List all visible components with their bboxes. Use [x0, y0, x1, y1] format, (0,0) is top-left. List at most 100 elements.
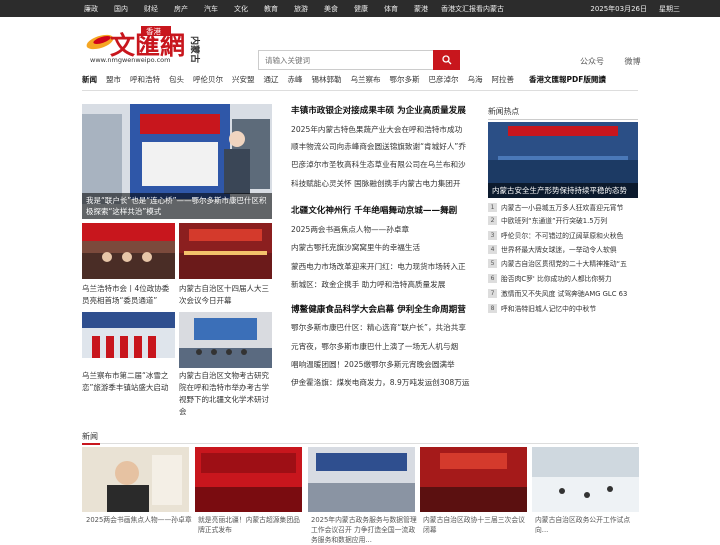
rank-badge: 5 [488, 258, 497, 268]
hot-image-caption: 内蒙古安全生产形势保持持续平稳的态势 [488, 183, 638, 198]
nav-item[interactable]: 乌兰察布 [351, 74, 381, 85]
news-item[interactable]: 唱响温暖团圆！2025缴鄂尔多斯元宵晚会圆满举 [291, 359, 481, 370]
news-item[interactable]: 伊金霍洛旗：煤炭电商发力，8.9万吨发运创308万运 [291, 377, 481, 388]
bottom-thumb[interactable] [308, 447, 415, 512]
hot-title: 新闻热点 [488, 107, 520, 116]
hot-item[interactable]: 1 内蒙古一小县城五万多人狂欢喜迎元宵节 [488, 202, 638, 212]
thumb-caption[interactable]: 乌兰浩特市会丨4位政协委员亮相首场“委员通道” [82, 283, 175, 307]
bottom-thumb[interactable] [532, 447, 639, 512]
thumb-image[interactable] [179, 223, 272, 279]
top-link[interactable]: 房产 [174, 4, 188, 14]
main-nav: 新闻 盟市 呼和浩特 包头 呼伦贝尔 兴安盟 通辽 赤峰 锡林郭勒 乌兰察布 鄂… [82, 74, 682, 85]
news-item[interactable]: 蒙西电力市场改革迎来开门红：电力现货市场转入正 [291, 261, 481, 272]
news-item[interactable]: 鄂尔多斯市康巴什区：精心选育“联户长”，共治共享 [291, 322, 481, 333]
hot-item-text: 呼和浩特旧城人记忆中的中秋节 [501, 305, 597, 313]
news-item[interactable]: 2025两会书画焦点人物——孙卓章 [291, 224, 481, 235]
hot-item-text: 世界杯最大牌女球迷，一举动令人软俱 [501, 246, 617, 254]
bottom-thumb[interactable] [420, 447, 527, 512]
hot-image[interactable]: 内蒙古安全生产形势保持持续平稳的态势 [488, 122, 638, 198]
bottom-caption[interactable]: 2025两会书画焦点人物——孙卓章 [86, 515, 193, 525]
top-link[interactable]: 蒙港 [414, 4, 428, 14]
bottom-caption[interactable]: 内蒙古自治区政协十三届三次会议闭幕 [423, 515, 530, 535]
logo-region: 内蒙古 [189, 36, 201, 63]
hot-item-text: 内蒙古一小县城五万多人狂欢喜迎元宵节 [501, 204, 624, 212]
nav-divider [82, 90, 638, 91]
top-link[interactable]: 美食 [324, 4, 338, 14]
top-link[interactable]: 体育 [384, 4, 398, 14]
thumb-image[interactable] [82, 223, 175, 279]
hot-item[interactable]: 5 内蒙古自治区贯彻党的二十大精神推动“五 [488, 258, 638, 268]
nav-item[interactable]: 锡林郭勒 [312, 74, 342, 85]
thumb-caption[interactable]: 内蒙古自治区文物考古研究院在呼和浩特市举办考古学视野下的北疆文化学术研讨会 [179, 370, 272, 418]
top-links: 廉政 国内 财经 房产 汽车 文化 教育 旅游 美食 健康 体育 蒙港 香港文汇… [84, 4, 520, 14]
nav-item[interactable]: 呼和浩特 [130, 74, 160, 85]
logo-hk: 香港 [146, 26, 161, 36]
news-headline[interactable]: 北疆文化神州行 千年绝唱舞动京城——舞剧 [291, 204, 457, 216]
hot-item[interactable]: 4 世界杯最大牌女球迷，一举动令人软俱 [488, 244, 638, 254]
hot-item[interactable]: 6 胎否肉C罗' 比你成功的人都比你努力 [488, 273, 638, 283]
feature-image[interactable]: 我是“联户长”也是“连心桥”——鄂尔多斯市康巴什区积极探索“这样共治”模式 [82, 104, 272, 219]
hot-item-text: 内蒙古自治区贯彻党的二十大精神推动“五 [501, 260, 627, 268]
nav-item[interactable]: 盟市 [106, 74, 121, 85]
bottom-caption[interactable]: 就是亮丽北疆！内蒙古超源集团品牌正式发布 [198, 515, 305, 535]
hot-item[interactable]: 3 呼伦贝尔：不可错过的辽阔草原和火秋色 [488, 230, 638, 240]
wechat-link[interactable]: 公众号 [580, 57, 604, 66]
rank-badge: 3 [488, 230, 497, 240]
news-item[interactable]: 内蒙古鄂托克旗沙窝窝里牛的幸福生活 [291, 242, 481, 253]
top-link[interactable]: 廉政 [84, 4, 98, 14]
thumb-image[interactable] [82, 312, 175, 368]
nav-item[interactable]: 巴彦淖尔 [429, 74, 459, 85]
top-link[interactable]: 旅游 [294, 4, 308, 14]
top-link[interactable]: 文化 [234, 4, 248, 14]
news-headline[interactable]: 博鳌健康食品科学大会启幕 伊利全生命周期营 [291, 303, 466, 315]
weibo-link[interactable]: 微博 [625, 57, 641, 66]
feature-caption: 我是“联户长”也是“连心桥”——鄂尔多斯市康巴什区积极探索“这样共治”模式 [82, 193, 272, 219]
news-item[interactable]: 元宵夜，鄂尔多斯市康巴什上演了一场无人机与烟 [291, 341, 481, 352]
top-link[interactable]: 汽车 [204, 4, 218, 14]
section-accent [82, 443, 100, 445]
top-bar: 廉政 国内 财经 房产 汽车 文化 教育 旅游 美食 健康 体育 蒙港 香港文汇… [0, 0, 720, 17]
nav-item[interactable]: 鄂尔多斯 [390, 74, 420, 85]
section-title[interactable]: 新闻 [82, 431, 98, 442]
nav-item[interactable]: 包头 [169, 74, 184, 85]
nav-item[interactable]: 乌海 [468, 74, 483, 85]
search-button[interactable] [433, 50, 460, 70]
hot-item[interactable]: 2 中欧班列“东通道”开行突破1.5万列 [488, 215, 638, 225]
news-item[interactable]: 新城区：政金企携手 助力呼和浩特高质量发展 [291, 279, 481, 290]
thumb-caption[interactable]: 内蒙古自治区十四届人大三次会议今日开幕 [179, 283, 272, 307]
news-item[interactable]: 科技赋能心灵关怀 国脉融创携手内蒙古电力集团开 [291, 178, 481, 189]
bottom-caption[interactable]: 2025年内蒙古政务服务与数据管理工作会议召开 力争打造全国一流政务服务和数据应… [311, 515, 418, 545]
news-headline[interactable]: 丰镇市政银企对接成果丰硕 为企业高质量发展 [291, 104, 466, 116]
bottom-caption[interactable]: 内蒙古自治区政务公开工作试点向... [535, 515, 642, 535]
news-item[interactable]: 巴彦淖尔市圣牧高科生态草业有限公司在乌兰布和沙 [291, 159, 481, 170]
nav-item[interactable]: 兴安盟 [232, 74, 255, 85]
hot-item-text: 中欧班列“东通道”开行突破1.5万列 [501, 217, 608, 225]
news-item[interactable]: 2025年内蒙古特色果蔬产业大会在呼和浩特市成功 [291, 124, 481, 135]
pdf-link[interactable]: 香港文匯報PDF版閱讀 [529, 74, 606, 85]
search-input[interactable] [258, 50, 433, 70]
top-link[interactable]: 财经 [144, 4, 158, 14]
hot-item[interactable]: 7 激情而又不失风度 试驾奔驰AMG GLC 63 [488, 288, 638, 298]
section-divider [82, 443, 638, 444]
nav-item[interactable]: 新闻 [82, 74, 97, 85]
bottom-thumb[interactable] [195, 447, 302, 512]
hot-item-text: 激情而又不失风度 试驾奔驰AMG GLC 63 [501, 290, 628, 298]
hot-item[interactable]: 8 呼和浩特旧城人记忆中的中秋节 [488, 303, 638, 313]
top-link[interactable]: 健康 [354, 4, 368, 14]
nav-item[interactable]: 阿拉善 [492, 74, 515, 85]
site-logo[interactable]: 文匯網 香港 内蒙古 www.nmgwenweipo.com [84, 24, 228, 64]
top-link[interactable]: 香港文汇报看内蒙古 [441, 4, 504, 14]
top-link[interactable]: 国内 [114, 4, 128, 14]
rank-badge: 4 [488, 244, 497, 254]
top-link[interactable]: 教育 [264, 4, 278, 14]
news-item[interactable]: 顺丰物流公司向赤峰商会圆送锦旗致谢“肯城好人”乔 [291, 141, 481, 152]
bottom-thumb[interactable] [82, 447, 189, 512]
nav-item[interactable]: 通辽 [264, 74, 279, 85]
nav-item[interactable]: 赤峰 [288, 74, 303, 85]
nav-item[interactable]: 呼伦贝尔 [193, 74, 223, 85]
thumb-caption[interactable]: 乌兰察布市第二届“冰雪之恋”旅游季丰镇站盛大启动 [82, 370, 175, 394]
hot-item-text: 呼伦贝尔：不可错过的辽阔草原和火秋色 [501, 232, 624, 240]
hot-divider [488, 119, 638, 120]
thumb-image[interactable] [179, 312, 272, 368]
rank-badge: 1 [488, 202, 497, 212]
